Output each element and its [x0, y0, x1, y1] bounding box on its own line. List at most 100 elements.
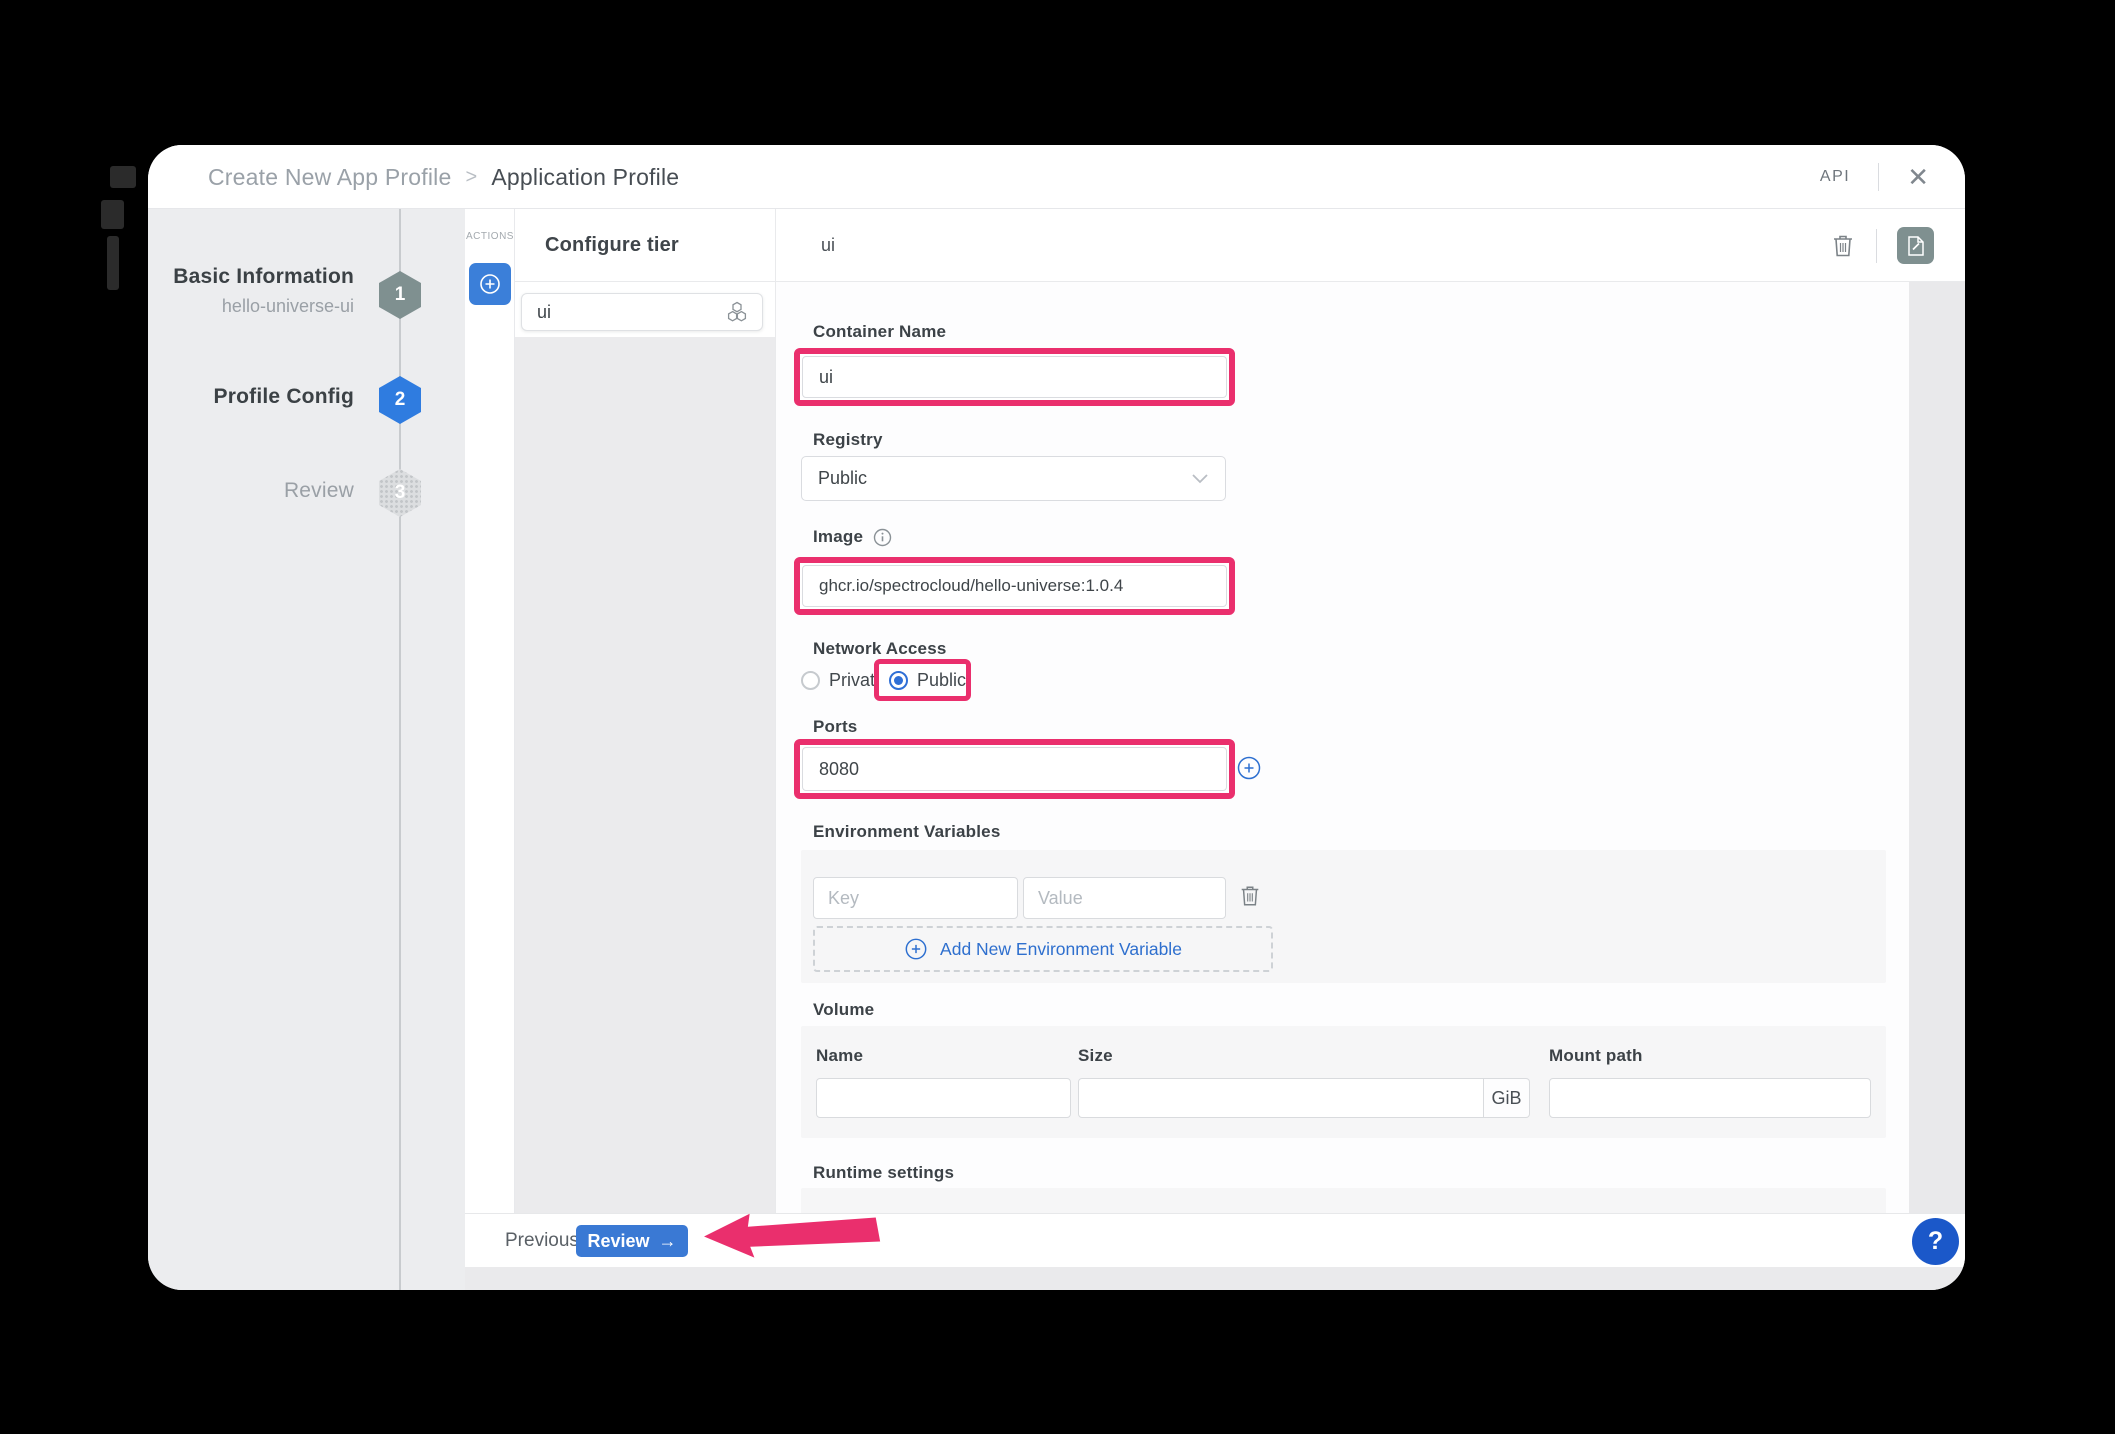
step-title: Basic Information	[148, 265, 354, 289]
step-number: 1	[395, 284, 406, 306]
step-badge-3: 3	[379, 469, 421, 517]
delete-tier-icon[interactable]	[1830, 232, 1856, 260]
env-vars-panel: Add New Environment Variable	[801, 850, 1886, 983]
step-number: 3	[395, 482, 406, 504]
chevron-down-icon	[1191, 473, 1209, 485]
annotation-arrow	[698, 1205, 884, 1263]
image-label: Image	[813, 527, 863, 547]
arrow-right-icon: →	[659, 1231, 677, 1252]
modal-header: Create New App Profile > Application Pro…	[148, 145, 1965, 209]
tier-column: Configure tier ui	[515, 209, 775, 1213]
step-badge-2: 2	[379, 376, 421, 424]
breadcrumb-separator: >	[465, 166, 477, 189]
wizard-footer: Previous Review →	[465, 1213, 1965, 1267]
tier-list-background	[515, 337, 775, 1213]
page-title: Application Profile	[491, 164, 679, 191]
breadcrumb: Create New App Profile > Application Pro…	[208, 145, 679, 209]
edit-manifest-button[interactable]	[1897, 227, 1934, 264]
header-actions: API ✕	[1820, 145, 1929, 209]
add-env-var-label: Add New Environment Variable	[940, 939, 1182, 960]
container-name-highlight	[794, 348, 1235, 406]
circle-plus-icon	[904, 937, 928, 961]
trash-icon	[1238, 883, 1262, 909]
ports-label: Ports	[813, 717, 857, 737]
step-subtitle: hello-universe-ui	[148, 296, 354, 317]
radio-public-label: Public	[917, 670, 966, 691]
volume-name-input[interactable]	[816, 1078, 1071, 1118]
volume-name-label: Name	[816, 1046, 863, 1066]
mount-path-input[interactable]	[1549, 1078, 1871, 1118]
info-icon[interactable]	[873, 528, 892, 547]
registry-label: Registry	[813, 430, 883, 450]
background-artifact	[107, 236, 119, 290]
review-button[interactable]: Review →	[576, 1225, 688, 1257]
image-input[interactable]	[802, 565, 1227, 607]
tier-panel-title: Configure tier	[515, 209, 775, 282]
radio-public[interactable]: Public	[889, 670, 966, 691]
tier-name: ui	[537, 302, 724, 323]
add-tier-button[interactable]	[469, 263, 511, 305]
tier-title: ui	[821, 209, 835, 282]
add-port-button[interactable]	[1236, 755, 1262, 781]
actions-label: ACTIONS	[465, 231, 515, 242]
volume-size-label: Size	[1078, 1046, 1113, 1066]
trash-icon	[1830, 232, 1856, 260]
runtime-settings-label: Runtime settings	[813, 1163, 954, 1183]
actions-column	[465, 209, 515, 1213]
step-badge-1: 1	[379, 271, 421, 319]
size-unit-badge: GiB	[1484, 1078, 1530, 1118]
form-header-icons	[1830, 209, 1934, 282]
env-key-input[interactable]	[813, 877, 1018, 919]
step-title: Profile Config	[148, 385, 354, 409]
stepper-sidebar: Basic Information hello-universe-ui 1 Pr…	[148, 209, 465, 1290]
help-question-glyph: ?	[1928, 1227, 1943, 1256]
header-divider	[1878, 163, 1879, 191]
create-app-profile-modal: Create New App Profile > Application Pro…	[148, 145, 1965, 1290]
background-artifact	[110, 166, 136, 188]
close-icon[interactable]: ✕	[1907, 164, 1929, 190]
radio-private[interactable]: Private	[801, 670, 885, 691]
container-cubes-icon	[724, 299, 750, 325]
step-number: 2	[395, 389, 406, 411]
step-title: Review	[148, 479, 354, 503]
footer-bottom-strip	[465, 1267, 1965, 1290]
public-highlight: Public	[874, 659, 971, 701]
step-basic-information[interactable]: Basic Information hello-universe-ui	[148, 265, 354, 317]
ports-input[interactable]	[802, 747, 1227, 791]
stepper-line	[399, 209, 401, 1290]
network-access-label: Network Access	[813, 639, 947, 659]
image-highlight	[794, 557, 1235, 615]
registry-select[interactable]: Public	[801, 456, 1226, 501]
help-button[interactable]: ?	[1912, 1218, 1959, 1265]
env-vars-label: Environment Variables	[813, 822, 1001, 842]
step-review[interactable]: Review	[148, 479, 354, 503]
step-profile-config[interactable]: Profile Config	[148, 385, 354, 409]
container-name-label: Container Name	[813, 322, 946, 342]
volume-label: Volume	[813, 1000, 874, 1020]
api-button[interactable]: API	[1820, 168, 1850, 186]
circle-plus-icon	[1236, 755, 1262, 781]
previous-button[interactable]: Previous	[505, 1214, 579, 1268]
delete-env-row-button[interactable]	[1238, 883, 1262, 909]
radio-private-circle[interactable]	[801, 671, 820, 690]
mount-path-label: Mount path	[1549, 1046, 1643, 1066]
container-name-input[interactable]	[802, 356, 1227, 398]
radio-public-circle[interactable]	[889, 671, 908, 690]
env-value-input[interactable]	[1023, 877, 1226, 919]
circle-plus-icon	[478, 272, 502, 296]
modal-body: Basic Information hello-universe-ui 1 Pr…	[148, 209, 1965, 1290]
add-env-var-button[interactable]: Add New Environment Variable	[813, 926, 1273, 972]
form-scroll-gutter[interactable]	[1909, 282, 1965, 1213]
volume-panel: Name Size GiB Mount path	[801, 1026, 1886, 1138]
icons-divider	[1876, 229, 1877, 263]
form-header: ui	[776, 209, 1965, 282]
tier-card-ui[interactable]: ui	[521, 293, 763, 331]
image-label-row: Image	[813, 527, 892, 547]
screenshot-background: Create New App Profile > Application Pro…	[0, 0, 2115, 1434]
review-button-label: Review	[587, 1231, 649, 1252]
tier-config-form: ui	[775, 209, 1965, 1213]
ports-highlight	[794, 739, 1235, 799]
registry-value: Public	[818, 468, 867, 489]
breadcrumb-parent: Create New App Profile	[208, 164, 451, 191]
volume-size-input[interactable]	[1078, 1078, 1484, 1118]
